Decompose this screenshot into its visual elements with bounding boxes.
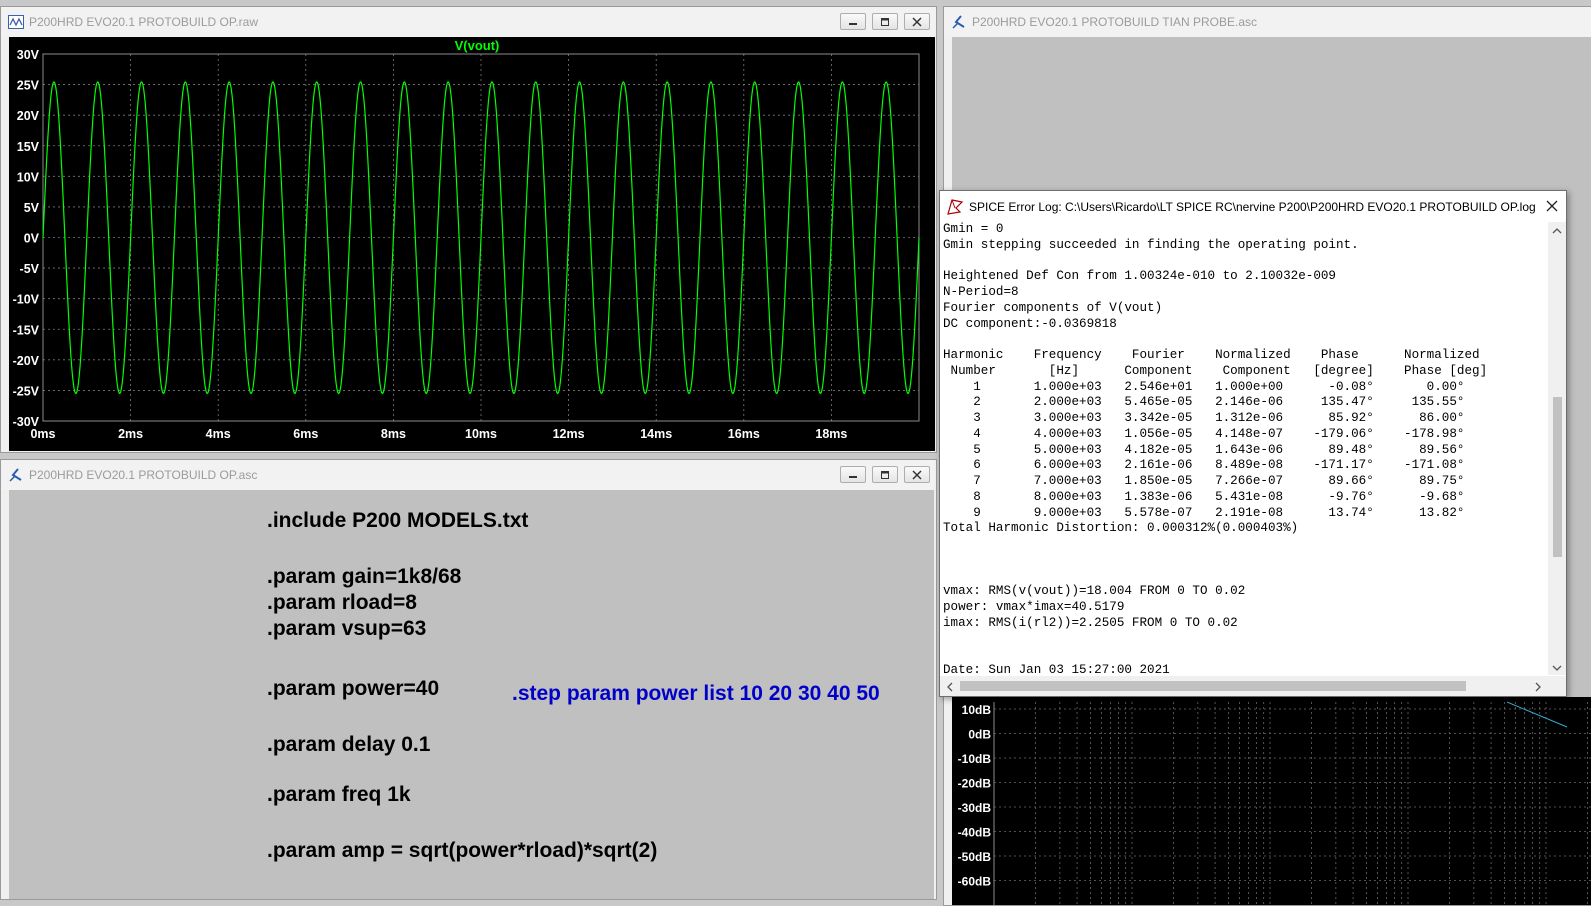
probe-window-title: P200HRD EVO20.1 PROTOBUILD TIAN PROBE.as… — [972, 15, 1257, 29]
db-tick-label: -10dB — [958, 752, 992, 766]
spice-directive-amp[interactable]: .param amp = sqrt(power*rload)*sqrt(2) — [267, 839, 657, 863]
error-log-titlebar[interactable]: SPICE Error Log: C:\Users\Ricardo\LT SPI… — [940, 191, 1566, 222]
y-tick-label: 15V — [17, 140, 40, 154]
db-tick-label: 0dB — [968, 728, 991, 742]
horizontal-scroll-thumb[interactable] — [960, 681, 1466, 691]
scroll-up-arrow-icon[interactable] — [1551, 224, 1563, 236]
x-tick-label: 16ms — [728, 427, 760, 441]
spice-directive-vsup[interactable]: .param vsup=63 — [267, 617, 426, 641]
trace-vout — [42, 81, 920, 395]
y-tick-label: -10V — [13, 293, 40, 307]
horizontal-scrollbar[interactable] — [940, 676, 1548, 696]
close-icon — [912, 16, 922, 27]
error-log-title: SPICE Error Log: C:\Users\Ricardo\LT SPI… — [969, 199, 1536, 214]
x-tick-label: 10ms — [465, 427, 497, 441]
db-tick-label: 10dB — [962, 703, 992, 717]
probe-titlebar[interactable]: P200HRD EVO20.1 PROTOBUILD TIAN PROBE.as… — [944, 7, 1591, 37]
waveform-window[interactable]: P200HRD EVO20.1 PROTOBUILD OP.raw 30V 25V… — [0, 6, 937, 453]
schematic-window-title: P200HRD EVO20.1 PROTOBUILD OP.asc — [29, 468, 258, 482]
y-tick-label: -5V — [20, 262, 40, 276]
spice-directive-power[interactable]: .param power=40 — [267, 677, 439, 701]
spice-directive-rload[interactable]: .param rload=8 — [267, 591, 417, 615]
y-tick-label: 10V — [17, 170, 40, 184]
spice-directive-delay[interactable]: .param delay 0.1 — [267, 733, 430, 757]
db-tick-label: -20dB — [958, 777, 992, 791]
x-tick-label: 8ms — [381, 427, 406, 441]
x-tick-label: 0ms — [30, 427, 55, 441]
waveform-chart[interactable]: 30V25V20V15V10V5V0V-5V-10V-15V-20V-25V-3… — [9, 37, 935, 451]
waveform-plot-area[interactable]: 30V 25V 20V 15V 10V 5V 0V -5V -10V -15V -20V -25V -3… — [9, 37, 935, 451]
vertical-scroll-thumb[interactable] — [1553, 397, 1562, 557]
y-tick-label: -25V — [13, 384, 40, 398]
minimize-button[interactable] — [840, 466, 866, 483]
minimize-icon — [849, 475, 857, 478]
vertical-scrollbar[interactable] — [1548, 222, 1566, 675]
x-tick-label: 2ms — [118, 427, 143, 441]
y-tick-label: -20V — [13, 354, 40, 368]
close-icon — [912, 469, 922, 480]
error-log-text[interactable]: Gmin = 0 Gmin stepping succeeded in find… — [943, 222, 1547, 675]
y-tick-label: 5V — [24, 201, 40, 215]
scroll-right-arrow-icon[interactable] — [1532, 680, 1544, 692]
error-log-window[interactable]: SPICE Error Log: C:\Users\Ricardo\LT SPI… — [939, 190, 1567, 697]
x-tick-label: 12ms — [553, 427, 585, 441]
waveform-titlebar[interactable]: P200HRD EVO20.1 PROTOBUILD OP.raw — [1, 7, 936, 37]
y-tick-label: 25V — [17, 79, 40, 93]
spice-log-icon — [946, 198, 964, 215]
schematic-titlebar[interactable]: P200HRD EVO20.1 PROTOBUILD OP.asc — [1, 460, 936, 490]
spice-directive-gain[interactable]: .param gain=1k8/68 — [267, 565, 461, 589]
resize-grip-icon[interactable] — [1548, 676, 1566, 696]
y-tick-label: 20V — [17, 109, 40, 123]
spice-directive-freq[interactable]: .param freq 1k — [267, 783, 411, 807]
bode-trace — [1506, 701, 1568, 728]
schematic-canvas[interactable]: .include P200 MODELS.txt .param gain=1k8… — [9, 490, 934, 899]
db-tick-label: -40dB — [958, 826, 992, 840]
x-tick-label: 4ms — [206, 427, 231, 441]
scroll-down-arrow-icon[interactable] — [1551, 661, 1563, 673]
db-tick-label: -50dB — [958, 850, 992, 864]
spice-directive-step[interactable]: .step param power list 10 20 30 40 50 — [512, 682, 880, 706]
y-tick-label: 30V — [17, 48, 40, 62]
ltspice-icon — [951, 14, 967, 30]
spice-directive-include[interactable]: .include P200 MODELS.txt — [267, 509, 528, 533]
probe-bode-plot[interactable]: 10dB 0dB -10dB -20dB -30dB -40dB -50dB -60dB — [952, 697, 1591, 906]
waveform-app-icon — [8, 14, 24, 30]
bode-chart[interactable]: 10dB 0dB -10dB -20dB -30dB -40dB -50dB -60dB — [952, 697, 1591, 906]
minimize-button[interactable] — [840, 13, 866, 30]
close-icon — [1546, 200, 1558, 212]
scroll-left-arrow-icon[interactable] — [944, 680, 956, 692]
waveform-window-title: P200HRD EVO20.1 PROTOBUILD OP.raw — [29, 15, 258, 29]
ltspice-icon — [8, 467, 24, 483]
schematic-window[interactable]: P200HRD EVO20.1 PROTOBUILD OP.asc .inclu… — [0, 459, 937, 900]
x-tick-label: 14ms — [640, 427, 672, 441]
x-tick-label: 6ms — [293, 427, 318, 441]
db-tick-label: -30dB — [958, 801, 992, 815]
close-button[interactable] — [904, 466, 930, 483]
y-tick-label: 0V — [24, 232, 40, 246]
restore-button[interactable] — [872, 13, 898, 30]
minimize-icon — [849, 22, 857, 25]
trace-label[interactable]: V(vout) — [455, 38, 500, 53]
db-tick-label: -60dB — [958, 875, 992, 889]
close-button[interactable] — [904, 13, 930, 30]
y-tick-label: -15V — [13, 323, 40, 337]
x-tick-label: 18ms — [815, 427, 847, 441]
restore-button[interactable] — [872, 466, 898, 483]
error-log-close-button[interactable] — [1544, 198, 1560, 214]
